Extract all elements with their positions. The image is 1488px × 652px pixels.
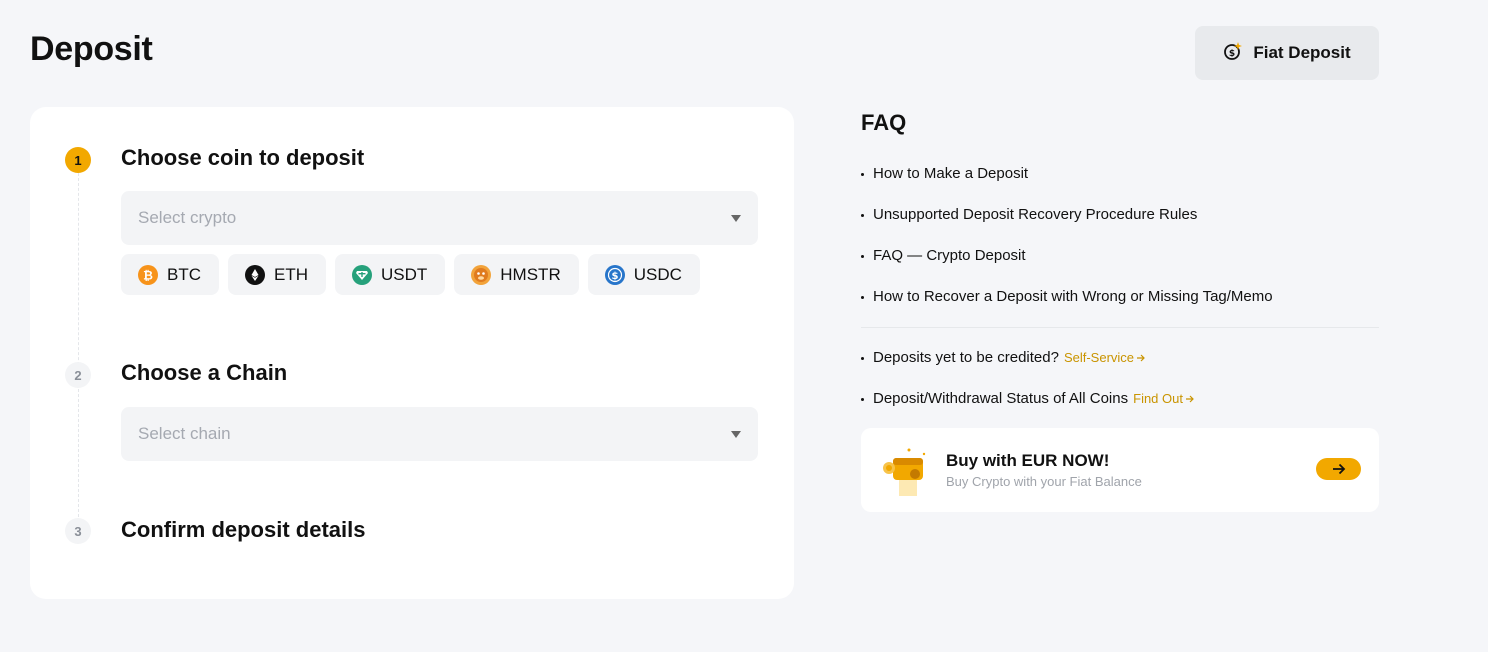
arrow-right-icon — [1332, 463, 1345, 475]
deposit-steps-card: 1 Choose coin to deposit Select crypto ₿… — [30, 107, 794, 599]
faq-link-text: Unsupported Deposit Recovery Procedure R… — [873, 206, 1198, 223]
fiat-deposit-button[interactable]: $ Fiat Deposit — [1195, 26, 1379, 80]
svg-text:₿: ₿ — [143, 268, 153, 282]
svg-text:$: $ — [1229, 49, 1235, 59]
promo-title: Buy with EUR NOW! — [946, 451, 1110, 470]
faq-link-text: How to Recover a Deposit with Wrong or M… — [873, 288, 1273, 305]
faq-link-text: How to Make a Deposit — [873, 165, 1029, 182]
quick-coin-list: ₿ BTC ETH USDT HMSTR $ USDC — [121, 254, 700, 295]
coin-chip-label: HMSTR — [500, 264, 561, 284]
step-connector — [78, 173, 79, 375]
hamster-icon — [471, 264, 492, 285]
fiat-coin-icon: $ — [1223, 41, 1243, 66]
coin-chip-label: USDC — [633, 264, 682, 284]
pending-deposits-row: Deposits yet to be credited? Self-Servic… — [861, 349, 1146, 366]
faq-link-text: FAQ — Crypto Deposit — [873, 247, 1026, 264]
arrow-right-icon — [1185, 395, 1194, 402]
coin-chip-btc[interactable]: ₿ BTC — [121, 254, 219, 295]
coin-chip-label: BTC — [167, 264, 201, 284]
coin-status-text: Deposit/Withdrawal Status of All Coins — [873, 390, 1129, 407]
faq-link[interactable]: How to Recover a Deposit with Wrong or M… — [861, 288, 1273, 305]
self-service-link[interactable]: Self-Service — [1064, 350, 1146, 365]
usdc-icon: $ — [604, 264, 625, 285]
faq-link[interactable]: How to Make a Deposit — [861, 165, 1028, 182]
promo-go-button[interactable] — [1316, 458, 1361, 480]
coin-chip-label: ETH — [274, 264, 308, 284]
step-number-2: 2 — [65, 362, 91, 388]
caret-down-icon — [731, 430, 741, 438]
self-service-label: Self-Service — [1063, 350, 1135, 365]
wallet-coins-icon — [883, 448, 926, 496]
step-connector — [78, 389, 79, 517]
ethereum-icon — [245, 264, 265, 285]
coin-chip-usdc[interactable]: $ USDC — [587, 254, 700, 295]
bullet — [861, 173, 864, 176]
faq-link[interactable]: FAQ — Crypto Deposit — [861, 247, 1026, 264]
svg-text:$: $ — [611, 270, 618, 281]
arrow-right-icon — [1137, 354, 1145, 361]
step-title-choose-coin: Choose coin to deposit — [121, 145, 365, 170]
bitcoin-icon: ₿ — [138, 264, 158, 285]
coin-status-row: Deposit/Withdrawal Status of All Coins F… — [861, 390, 1195, 407]
select-crypto-dropdown[interactable]: Select crypto — [121, 191, 758, 245]
fiat-deposit-label: Fiat Deposit — [1253, 43, 1351, 62]
bullet — [861, 214, 864, 217]
faq-divider — [861, 327, 1379, 328]
coin-chip-eth[interactable]: ETH — [228, 254, 326, 295]
select-chain-dropdown[interactable]: Select chain — [121, 407, 758, 461]
pending-deposits-text: Deposits yet to be credited? — [873, 349, 1059, 366]
bullet — [861, 357, 864, 360]
select-crypto-placeholder: Select crypto — [138, 208, 237, 227]
faq-title: FAQ — [861, 110, 907, 135]
promo-subtitle: Buy Crypto with your Fiat Balance — [946, 474, 1142, 489]
select-chain-placeholder: Select chain — [138, 424, 231, 443]
caret-down-icon — [731, 214, 741, 222]
faq-link[interactable]: Unsupported Deposit Recovery Procedure R… — [861, 206, 1197, 223]
coin-chip-usdt[interactable]: USDT — [335, 254, 446, 295]
bullet — [861, 398, 864, 401]
step-title-confirm-details: Confirm deposit details — [121, 517, 366, 542]
find-out-label: Find Out — [1133, 391, 1183, 406]
step-title-choose-chain: Choose a Chain — [121, 360, 288, 385]
coin-chip-label: USDT — [381, 264, 428, 284]
page-title: Deposit — [30, 30, 153, 68]
tether-icon — [352, 264, 372, 285]
buy-with-eur-card[interactable]: Buy with EUR NOW! Buy Crypto with your F… — [861, 428, 1379, 512]
step-number-1: 1 — [65, 147, 91, 173]
find-out-link[interactable]: Find Out — [1133, 391, 1195, 406]
bullet — [861, 296, 864, 299]
coin-chip-hmstr[interactable]: HMSTR — [454, 254, 579, 295]
step-number-3: 3 — [65, 518, 91, 544]
bullet — [861, 255, 864, 258]
